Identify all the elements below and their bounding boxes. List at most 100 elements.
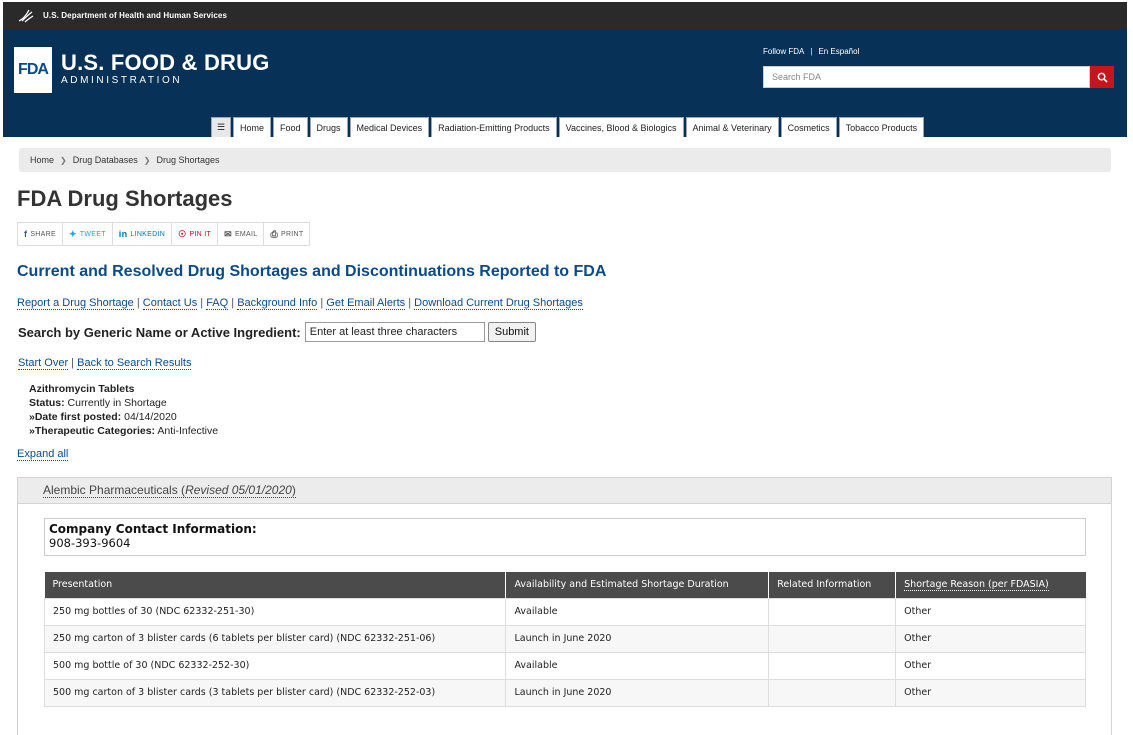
table-cell	[768, 651, 897, 680]
col-related-info: Related Information	[768, 572, 897, 598]
col-shortage-reason[interactable]: Shortage Reason (per FDASIA)	[895, 572, 1086, 598]
menu-button[interactable]: ☰	[211, 117, 231, 137]
email-icon: ✉	[224, 228, 232, 239]
hhs-eagle-icon[interactable]	[16, 6, 36, 26]
share-label: SHARE	[30, 230, 56, 238]
nav-item-tobacco[interactable]: Tobacco Products	[838, 117, 925, 137]
table-row: 250 mg carton of 3 blister cards (6 tabl…	[43, 624, 1086, 653]
categories-label: »Therapeutic Categories:	[29, 425, 156, 437]
nav-item-medical-devices[interactable]: Medical Devices	[349, 117, 430, 137]
search-button[interactable]	[1090, 66, 1114, 88]
share-bar: f SHARE ✦ TWEET in LINKEDIN ☉ PIN IT ✉ E…	[17, 222, 311, 246]
search-icon	[1097, 72, 1108, 83]
accordion-header[interactable]: Alembic Pharmaceuticals (Revised 05/01/2…	[18, 478, 1111, 504]
table-header-row: Presentation Availability and Estimated …	[44, 572, 1086, 598]
result-nav: Start Over | Back to Search Results	[18, 357, 192, 370]
follow-fda-link[interactable]: Follow FDA	[763, 47, 804, 56]
linkedin-icon: in	[118, 229, 128, 239]
contact-us-link[interactable]: Contact Us	[142, 297, 198, 310]
revised-date: Revised 05/01/2020	[185, 483, 292, 497]
nav-item-animal[interactable]: Animal & Veterinary	[685, 117, 779, 137]
espanol-link[interactable]: En Español	[818, 47, 859, 56]
company-title: Alembic Pharmaceuticals (Revised 05/01/2…	[43, 483, 296, 498]
presentations-table: Presentation Availability and Estimated …	[43, 572, 1086, 707]
search-label: Search by Generic Name or Active Ingredi…	[18, 324, 301, 340]
table-cell: 500 mg carton of 3 blister cards (3 tabl…	[43, 678, 507, 707]
tweet-label: TWEET	[79, 230, 106, 238]
nav-item-cosmetics[interactable]: Cosmetics	[780, 117, 837, 137]
table-cell: Other	[895, 678, 1086, 707]
background-info-link[interactable]: Background Info	[237, 297, 318, 310]
table-cell: Other	[895, 597, 1086, 626]
generic-name-input[interactable]	[304, 322, 485, 342]
status-label: Status:	[29, 397, 65, 409]
table-row: 250 mg bottles of 30 (NDC 62332-251-30) …	[43, 597, 1086, 626]
faq-link[interactable]: FAQ	[206, 297, 229, 310]
table-cell: Launch in June 2020	[505, 678, 770, 707]
table-cell: Other	[895, 651, 1086, 680]
chevron-right-icon: ❯	[60, 155, 67, 165]
company-accordion: Alembic Pharmaceuticals (Revised 05/01/2…	[17, 477, 1112, 735]
fda-logo[interactable]: FDA	[14, 47, 52, 93]
table-cell	[768, 624, 897, 653]
twitter-icon: ✦	[68, 228, 77, 239]
drug-search-form: Search by Generic Name or Active Ingredi…	[18, 322, 536, 342]
share-pinterest-button[interactable]: ☉ PIN IT	[172, 223, 219, 245]
print-label: PRINT	[280, 230, 304, 238]
print-button[interactable]: ⎙ PRINT	[264, 223, 309, 245]
date-value: 04/14/2020	[124, 411, 177, 423]
table-cell: Launch in June 2020	[505, 624, 770, 653]
quick-links: Report a Drug Shortage | Contact Us | FA…	[17, 297, 583, 310]
contact-box: Company Contact Information: 908-393-960…	[44, 518, 1086, 556]
col-availability: Availability and Estimated Shortage Dura…	[505, 572, 770, 598]
table-cell: Other	[895, 624, 1086, 653]
table-row: 500 mg carton of 3 blister cards (3 tabl…	[43, 678, 1086, 707]
print-icon: ⎙	[270, 228, 278, 239]
shortage-reason-header: Shortage Reason (per FDASIA)	[904, 579, 1049, 592]
hhs-bar: U.S. Department of Health and Human Serv…	[3, 2, 1127, 29]
share-facebook-button[interactable]: f SHARE	[18, 223, 63, 245]
table-cell: 500 mg bottle of 30 (NDC 62332-252-30)	[43, 651, 507, 680]
search-fda-input[interactable]: Search FDA	[763, 66, 1090, 88]
breadcrumb-drug-shortages: Drug Shortages	[156, 155, 220, 165]
pinterest-icon: ☉	[178, 228, 187, 239]
share-twitter-button[interactable]: ✦ TWEET	[63, 223, 113, 245]
share-email-button[interactable]: ✉ EMAIL	[218, 223, 265, 245]
drug-name: Azithromycin Tablets	[29, 383, 135, 395]
categories-value: Anti-Infective	[157, 425, 219, 437]
table-cell	[768, 678, 897, 707]
col-presentation: Presentation	[44, 572, 507, 598]
nav-item-radiation[interactable]: Radiation-Emitting Products	[431, 117, 557, 137]
site-subtitle: ADMINISTRATION	[61, 75, 183, 86]
breadcrumb-drug-databases[interactable]: Drug Databases	[73, 155, 138, 165]
table-cell: 250 mg bottles of 30 (NDC 62332-251-30)	[43, 597, 507, 626]
company-name: Alembic Pharmaceuticals	[43, 483, 178, 497]
submit-button[interactable]: Submit	[487, 322, 536, 342]
table-cell	[768, 597, 897, 626]
site-title[interactable]: U.S. FOOD & DRUG	[61, 50, 270, 76]
hamburger-icon: ☰	[216, 122, 226, 132]
share-linkedin-button[interactable]: in LINKEDIN	[113, 223, 173, 245]
expand-all-link[interactable]: Expand all	[17, 448, 69, 461]
date-label: »Date first posted:	[29, 411, 122, 423]
nav-item-food[interactable]: Food	[273, 117, 308, 137]
email-label: EMAIL	[234, 230, 258, 238]
status-value: Currently in Shortage	[67, 397, 167, 409]
back-to-results-link[interactable]: Back to Search Results	[77, 357, 192, 370]
download-shortages-link[interactable]: Download Current Drug Shortages	[414, 297, 583, 310]
hhs-link[interactable]: U.S. Department of Health and Human Serv…	[43, 11, 227, 20]
nav-item-home[interactable]: Home	[233, 117, 272, 137]
breadcrumb: Home ❯ Drug Databases ❯ Drug Shortages	[19, 148, 1111, 172]
contact-title: Company Contact Information:	[49, 522, 257, 536]
divider: |	[810, 47, 813, 56]
start-over-link[interactable]: Start Over	[18, 357, 69, 370]
nav-item-drugs[interactable]: Drugs	[309, 117, 348, 137]
email-alerts-link[interactable]: Get Email Alerts	[326, 297, 406, 310]
report-shortage-link[interactable]: Report a Drug Shortage	[17, 297, 134, 310]
breadcrumb-home[interactable]: Home	[30, 155, 54, 165]
nav-item-vaccines[interactable]: Vaccines, Blood & Biologics	[558, 117, 684, 137]
utility-links: Follow FDA | En Español	[763, 47, 859, 56]
table-row: 500 mg bottle of 30 (NDC 62332-252-30) A…	[43, 651, 1086, 680]
page-title: FDA Drug Shortages	[17, 186, 233, 211]
linkedin-label: LINKEDIN	[130, 230, 166, 238]
